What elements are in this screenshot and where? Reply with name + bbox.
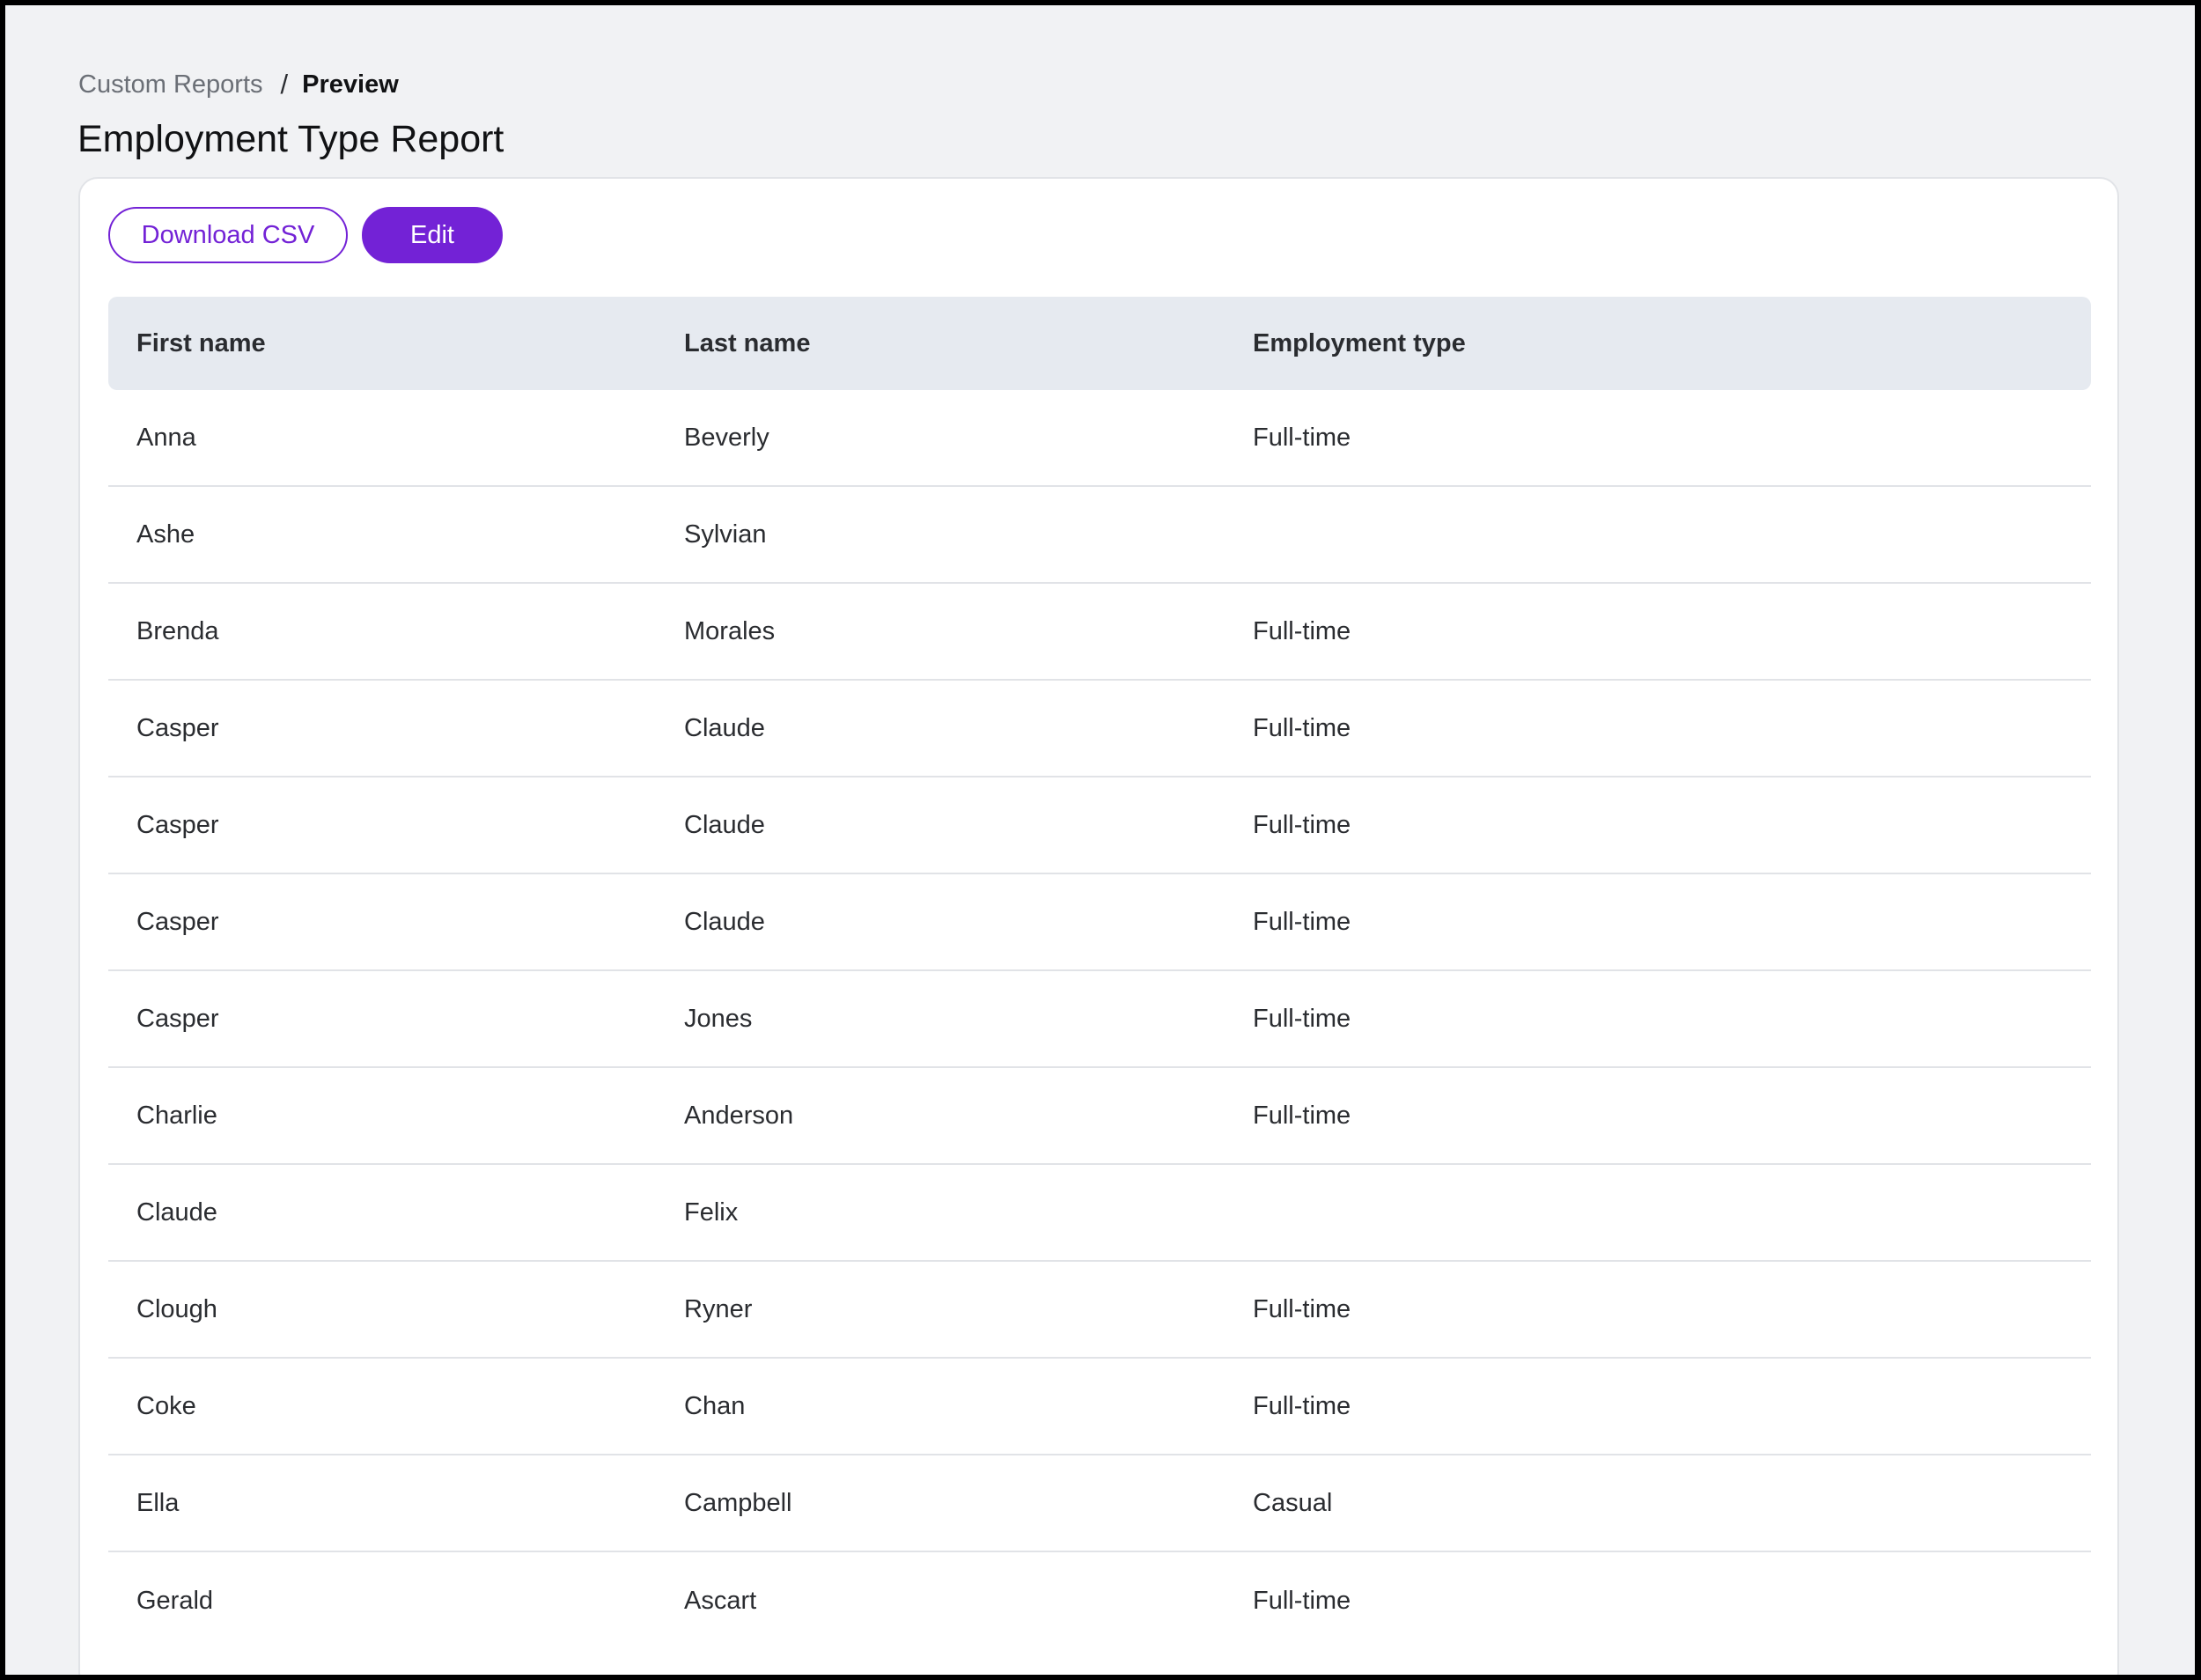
page-title: Employment Type Report <box>77 118 504 160</box>
table-row: Ella Campbell Casual <box>108 1455 2091 1552</box>
report-table: First name Last name Employment type Ann… <box>108 297 2091 1649</box>
table-row: Casper Claude Full-time <box>108 874 2091 971</box>
breadcrumb-separator: / <box>280 69 289 99</box>
column-header-employment-type[interactable]: Employment type <box>1253 329 2091 358</box>
last-name-cell: Jones <box>684 1004 753 1033</box>
employment-type-cell: Full-time <box>1253 1294 1351 1323</box>
last-name-cell: Ascart <box>684 1586 757 1615</box>
breadcrumb-current-preview: Preview <box>302 70 399 99</box>
last-name-cell: Beverly <box>684 423 769 452</box>
table-row: Anna Beverly Full-time <box>108 390 2091 487</box>
first-name-cell: Casper <box>136 713 219 742</box>
table-row: Charlie Anderson Full-time <box>108 1068 2091 1165</box>
last-name-cell: Morales <box>684 616 776 645</box>
table-header-row: First name Last name Employment type <box>108 297 2091 390</box>
table-row: Casper Jones Full-time <box>108 971 2091 1068</box>
first-name-cell: Ella <box>136 1488 180 1517</box>
table-row: Clough Ryner Full-time <box>108 1262 2091 1359</box>
last-name-cell: Felix <box>684 1197 739 1227</box>
employment-type-cell: Full-time <box>1253 1391 1351 1420</box>
employment-type-cell: Full-time <box>1253 1004 1351 1033</box>
first-name-cell: Gerald <box>136 1586 214 1615</box>
table-row: Casper Claude Full-time <box>108 681 2091 777</box>
last-name-cell: Chan <box>684 1391 746 1420</box>
employment-type-cell: Full-time <box>1253 1586 1351 1615</box>
last-name-cell: Claude <box>684 907 765 936</box>
report-toolbar: Download CSV Edit <box>108 207 503 263</box>
table-row: Gerald Ascart Full-time <box>108 1552 2091 1649</box>
last-name-cell: Anderson <box>684 1101 794 1130</box>
first-name-cell: Casper <box>136 1004 219 1033</box>
employment-type-cell: Full-time <box>1253 713 1351 742</box>
first-name-cell: Anna <box>136 423 196 452</box>
first-name-cell: Charlie <box>136 1101 217 1130</box>
employment-type-cell: Full-time <box>1253 423 1351 452</box>
breadcrumb-custom-reports-link[interactable]: Custom Reports <box>78 70 263 99</box>
last-name-cell: Ryner <box>684 1294 753 1323</box>
first-name-cell: Clough <box>136 1294 217 1323</box>
first-name-cell: Coke <box>136 1391 196 1420</box>
column-header-first-name[interactable]: First name <box>108 329 684 358</box>
first-name-cell: Casper <box>136 810 219 839</box>
download-csv-button[interactable]: Download CSV <box>108 207 348 263</box>
last-name-cell: Claude <box>684 713 765 742</box>
edit-button[interactable]: Edit <box>362 207 503 263</box>
app-window: Custom Reports / Preview Employment Type… <box>5 5 2195 1675</box>
last-name-cell: Claude <box>684 810 765 839</box>
first-name-cell: Claude <box>136 1197 217 1227</box>
first-name-cell: Brenda <box>136 616 219 645</box>
table-row: Claude Felix <box>108 1165 2091 1262</box>
table-body: Anna Beverly Full-time Ashe Sylvian Brenda Mor… <box>108 390 2091 1649</box>
last-name-cell: Campbell <box>684 1488 792 1517</box>
employment-type-cell: Full-time <box>1253 810 1351 839</box>
table-row: Brenda Morales Full-time <box>108 584 2091 681</box>
employment-type-cell: Full-time <box>1253 616 1351 645</box>
table-row: Casper Claude Full-time <box>108 777 2091 874</box>
table-row: Ashe Sylvian <box>108 487 2091 584</box>
breadcrumb: Custom Reports / Preview <box>78 67 399 102</box>
first-name-cell: Casper <box>136 907 219 936</box>
report-card: Download CSV Edit First name Last name E… <box>78 177 2119 1675</box>
employment-type-cell: Full-time <box>1253 1101 1351 1130</box>
column-header-last-name[interactable]: Last name <box>684 329 1253 358</box>
employment-type-cell: Casual <box>1253 1488 1333 1517</box>
employment-type-cell: Full-time <box>1253 907 1351 936</box>
last-name-cell: Sylvian <box>684 519 767 549</box>
table-row: Coke Chan Full-time <box>108 1359 2091 1455</box>
first-name-cell: Ashe <box>136 519 195 549</box>
